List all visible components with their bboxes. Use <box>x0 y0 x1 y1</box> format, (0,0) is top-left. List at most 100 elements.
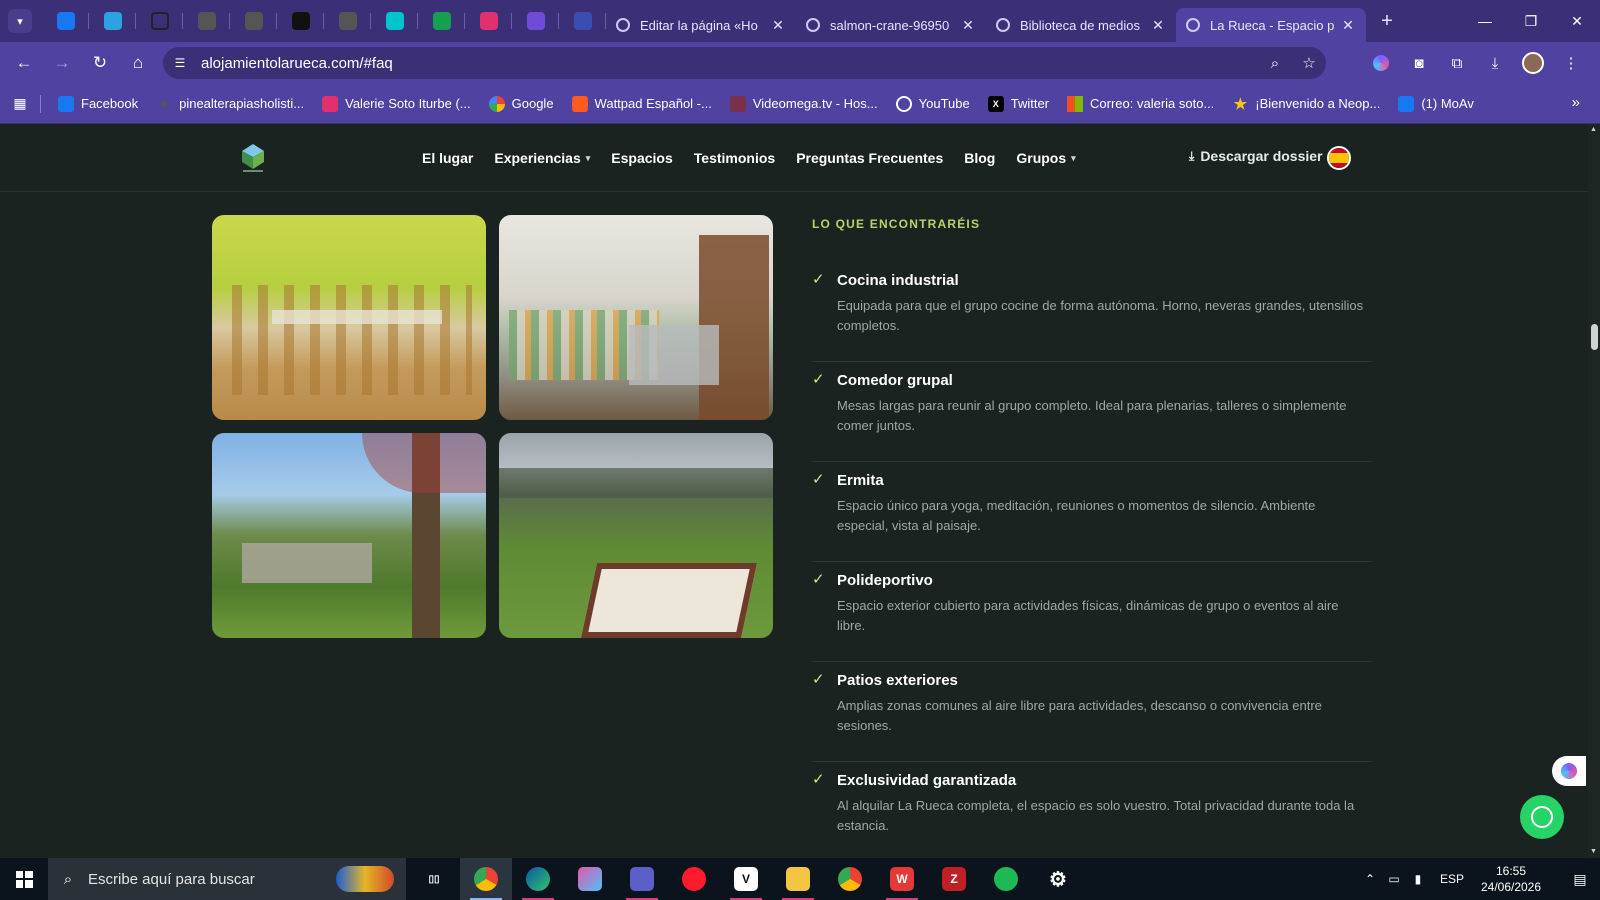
close-tab-icon[interactable]: ✕ <box>1150 17 1166 34</box>
zoom-icon[interactable]: ⌕ <box>1258 55 1292 72</box>
pinned-tabs <box>42 0 606 42</box>
battery-icon[interactable]: ▮ <box>1406 872 1430 886</box>
taskbar-app[interactable] <box>772 858 824 900</box>
copilot-icon[interactable] <box>1362 55 1400 71</box>
dining-room-photo[interactable] <box>212 215 486 420</box>
taskbar-app[interactable]: V <box>720 858 772 900</box>
whatsapp-icon[interactable] <box>1520 795 1564 839</box>
taskbar-app[interactable] <box>512 858 564 900</box>
download-icon[interactable]: ⤓ <box>1476 55 1514 72</box>
site-info-icon[interactable]: ☰ <box>165 48 195 78</box>
pinned-tab[interactable] <box>183 0 230 42</box>
bookmark-item[interactable]: Correo: valeria soto... <box>1058 84 1223 124</box>
clock[interactable]: 16:55 24/06/2026 <box>1474 863 1548 895</box>
pinned-tab[interactable] <box>136 0 183 42</box>
taskbar-app[interactable]: ⚙ <box>1032 858 1084 900</box>
close-tab-icon[interactable]: ✕ <box>1340 17 1356 34</box>
star-icon: ★ <box>1233 95 1248 113</box>
taskbar-app[interactable] <box>564 858 616 900</box>
nav-item[interactable]: Testimonios <box>694 150 775 166</box>
taskbar-app[interactable] <box>616 858 668 900</box>
menu-icon[interactable]: ⋮ <box>1552 54 1590 72</box>
network-icon[interactable]: ▭ <box>1382 872 1406 886</box>
taskbar-app[interactable] <box>824 858 876 900</box>
pinned-tab[interactable] <box>559 0 606 42</box>
forward-icon[interactable]: → <box>44 47 80 79</box>
taskbar-search[interactable]: ⌕ Escribe aquí para buscar <box>48 858 406 900</box>
nav-item[interactable]: Preguntas Frecuentes <box>796 150 943 166</box>
input-language[interactable]: ESP <box>1440 872 1464 886</box>
apps-grid-icon[interactable]: ▦ <box>0 95 40 112</box>
nav-item[interactable]: Espacios <box>611 150 672 166</box>
pinned-tab[interactable] <box>42 0 89 42</box>
nav-item[interactable]: El lugar <box>422 150 473 166</box>
start-button[interactable] <box>0 858 48 900</box>
close-tab-icon[interactable]: ✕ <box>960 17 976 34</box>
bookmark-item[interactable]: Google <box>480 84 563 124</box>
bookmark-item[interactable]: (1) MoAv <box>1389 84 1483 124</box>
profile-avatar[interactable] <box>1522 52 1544 74</box>
check-icon: ✓ <box>812 371 825 388</box>
opera-icon <box>682 867 706 891</box>
taskbar-app[interactable] <box>668 858 720 900</box>
pinned-tab[interactable] <box>418 0 465 42</box>
nav-item[interactable]: Experiencias ▾ <box>494 150 590 166</box>
pinned-tab[interactable] <box>89 0 136 42</box>
restore-icon[interactable]: ❐ <box>1508 0 1554 42</box>
url-text[interactable]: alojamientolarueca.com/#faq <box>201 55 1258 72</box>
pinned-tab[interactable] <box>465 0 512 42</box>
minimize-icon[interactable]: — <box>1462 0 1508 42</box>
tab-search-icon[interactable]: ▾ <box>8 9 32 33</box>
bookmark-item[interactable]: Facebook <box>49 84 147 124</box>
pinned-tab[interactable] <box>371 0 418 42</box>
extensions-icon[interactable]: ⧉ <box>1438 55 1476 72</box>
bookmark-item[interactable]: Wattpad Español -... <box>563 84 721 124</box>
nav-item[interactable]: Blog <box>964 150 995 166</box>
bookmark-star-icon[interactable]: ☆ <box>1292 54 1326 72</box>
back-icon[interactable]: ← <box>6 47 42 79</box>
field-sign-photo[interactable] <box>499 433 773 638</box>
download-dossier-link[interactable]: ⤓ Descargar dossier <box>1189 148 1323 164</box>
copilot-float-icon[interactable] <box>1552 756 1586 786</box>
browser-tab[interactable]: Editar la página «Ho ✕ <box>606 8 796 42</box>
bookmark-item[interactable]: YouTube <box>887 84 979 124</box>
bookmark-item[interactable]: X Twitter <box>979 84 1058 124</box>
taskbar-app[interactable]: Z <box>928 858 980 900</box>
browser-tab[interactable]: salmon-crane-96950 ✕ <box>796 8 986 42</box>
new-tab-icon[interactable]: + <box>1372 10 1402 33</box>
taskbar-app[interactable]: ▯▯ <box>408 858 460 900</box>
scroll-down-icon[interactable]: ▼ <box>1590 848 1597 855</box>
address-bar[interactable]: ☰ alojamientolarueca.com/#faq ⌕ ☆ <box>163 47 1326 79</box>
pinned-tab[interactable] <box>512 0 559 42</box>
bookmark-item[interactable]: Valerie Soto Iturbe (... <box>313 84 480 124</box>
bookmark-item[interactable]: Videomega.tv - Hos... <box>721 84 887 124</box>
taskbar-app[interactable] <box>460 858 512 900</box>
garden-picnic-photo[interactable] <box>212 433 486 638</box>
camera-extension-icon[interactable]: ◙ <box>1400 55 1438 72</box>
nav-item[interactable]: Grupos ▾ <box>1016 150 1075 166</box>
scroll-up-icon[interactable]: ▲ <box>1590 126 1597 133</box>
pinned-tab[interactable] <box>277 0 324 42</box>
main-nav: El lugar Experiencias ▾ Espacios Testimonios… <box>422 124 1097 192</box>
tray-chevron-icon[interactable]: ⌃ <box>1358 872 1382 886</box>
kitchen-photo[interactable] <box>499 215 773 420</box>
pinned-tab[interactable] <box>324 0 371 42</box>
taskbar-app[interactable] <box>980 858 1032 900</box>
bookmark-item[interactable]: ★ ¡Bienvenido a Neop... <box>1223 84 1389 124</box>
taskbar-app[interactable]: W <box>876 858 928 900</box>
close-tab-icon[interactable]: ✕ <box>770 17 786 34</box>
la-rueca-logo[interactable] <box>240 142 266 174</box>
browser-tab[interactable]: La Rueca - Espacio p ✕ <box>1176 8 1366 42</box>
page-scrollbar[interactable]: ▲ ▼ <box>1588 124 1600 857</box>
more-bookmarks-icon[interactable]: » <box>1572 94 1580 111</box>
chatgpt-icon <box>150 12 169 30</box>
browser-tab[interactable]: Biblioteca de medios ✕ <box>986 8 1176 42</box>
notifications-icon[interactable]: ▤ <box>1560 858 1600 900</box>
spain-flag-icon[interactable] <box>1327 146 1351 170</box>
home-icon[interactable]: ⌂ <box>120 47 156 79</box>
close-window-icon[interactable]: ✕ <box>1554 0 1600 42</box>
bookmark-item[interactable]: pinealterapiasholisti... <box>147 84 313 124</box>
scroll-thumb[interactable] <box>1591 324 1598 350</box>
reload-icon[interactable]: ↻ <box>82 47 118 79</box>
pinned-tab[interactable] <box>230 0 277 42</box>
